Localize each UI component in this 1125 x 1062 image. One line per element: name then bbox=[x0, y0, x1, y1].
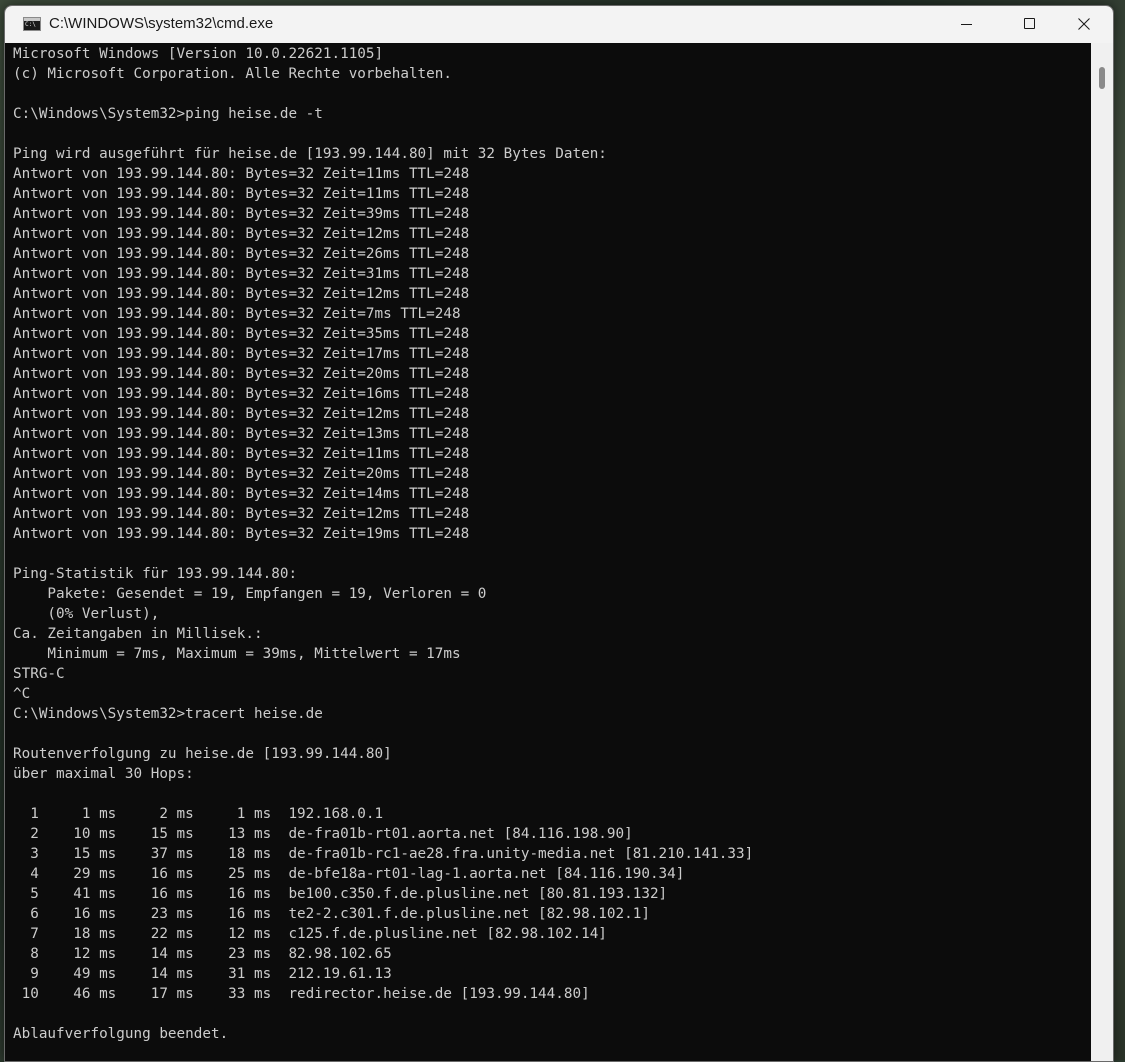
console-area[interactable]: Microsoft Windows [Version 10.0.22621.11… bbox=[5, 43, 1091, 1061]
console-line: Antwort von 193.99.144.80: Bytes=32 Zeit… bbox=[13, 526, 470, 542]
console-line: 3 15 ms 37 ms 18 ms de-fra01b-rc1-ae28.f… bbox=[13, 846, 754, 862]
maximize-button[interactable] bbox=[997, 6, 1059, 43]
console-line: Antwort von 193.99.144.80: Bytes=32 Zeit… bbox=[13, 206, 470, 222]
console-line: C:\Windows\System32>tracert heise.de bbox=[13, 706, 323, 722]
console-line: 6 16 ms 23 ms 16 ms te2-2.c301.f.de.plus… bbox=[13, 906, 650, 922]
console-line: STRG-C bbox=[13, 666, 65, 682]
console-line: Antwort von 193.99.144.80: Bytes=32 Zeit… bbox=[13, 346, 470, 362]
console-line: 1 1 ms 2 ms 1 ms 192.168.0.1 bbox=[13, 806, 384, 822]
console-line: Antwort von 193.99.144.80: Bytes=32 Zeit… bbox=[13, 466, 470, 482]
console-line: Antwort von 193.99.144.80: Bytes=32 Zeit… bbox=[13, 226, 470, 242]
console-line: C:\Windows\System32>ping heise.de -t bbox=[13, 106, 323, 122]
console-line: ^C bbox=[13, 686, 31, 702]
console-line: Ping wird ausgeführt für heise.de [193.9… bbox=[13, 146, 607, 162]
console-line: Antwort von 193.99.144.80: Bytes=32 Zeit… bbox=[13, 266, 470, 282]
scrollbar-thumb[interactable] bbox=[1099, 67, 1105, 89]
console-line: 4 29 ms 16 ms 25 ms de-bfe18a-rt01-lag-1… bbox=[13, 866, 685, 882]
console-line: Antwort von 193.99.144.80: Bytes=32 Zeit… bbox=[13, 306, 461, 322]
console-line: Minimum = 7ms, Maximum = 39ms, Mittelwer… bbox=[13, 646, 461, 662]
window-title: C:\WINDOWS\system32\cmd.exe bbox=[49, 15, 274, 32]
console-line: Antwort von 193.99.144.80: Bytes=32 Zeit… bbox=[13, 286, 470, 302]
console-line: über maximal 30 Hops: bbox=[13, 766, 194, 782]
console-line: Antwort von 193.99.144.80: Bytes=32 Zeit… bbox=[13, 246, 470, 262]
minimize-button[interactable] bbox=[935, 6, 997, 43]
desktop-background: C:\WINDOWS\system32\cmd.exe Microsoft Wi… bbox=[0, 0, 1125, 1062]
console-line: 2 10 ms 15 ms 13 ms de-fra01b-rt01.aorta… bbox=[13, 826, 633, 842]
console-line: Antwort von 193.99.144.80: Bytes=32 Zeit… bbox=[13, 446, 470, 462]
vertical-scrollbar[interactable] bbox=[1091, 43, 1113, 1061]
console-line: 10 46 ms 17 ms 33 ms redirector.heise.de… bbox=[13, 986, 590, 1002]
console-line: Antwort von 193.99.144.80: Bytes=32 Zeit… bbox=[13, 326, 470, 342]
console-line: 7 18 ms 22 ms 12 ms c125.f.de.plusline.n… bbox=[13, 926, 607, 942]
console-line: 5 41 ms 16 ms 16 ms be100.c350.f.de.plus… bbox=[13, 886, 668, 902]
close-button[interactable] bbox=[1055, 6, 1113, 43]
console-line: Microsoft Windows [Version 10.0.22621.11… bbox=[13, 46, 384, 62]
console-line: 8 12 ms 14 ms 23 ms 82.98.102.65 bbox=[13, 946, 392, 962]
cmd-window[interactable]: C:\WINDOWS\system32\cmd.exe Microsoft Wi… bbox=[4, 5, 1114, 1062]
console-line: Antwort von 193.99.144.80: Bytes=32 Zeit… bbox=[13, 166, 470, 182]
console-line: Routenverfolgung zu heise.de [193.99.144… bbox=[13, 746, 392, 762]
console-line: (c) Microsoft Corporation. Alle Rechte v… bbox=[13, 66, 452, 82]
console-line: Antwort von 193.99.144.80: Bytes=32 Zeit… bbox=[13, 426, 470, 442]
console-line: Ablaufverfolgung beendet. bbox=[13, 1026, 229, 1042]
close-icon bbox=[1078, 18, 1090, 30]
console-line: Antwort von 193.99.144.80: Bytes=32 Zeit… bbox=[13, 386, 470, 402]
console-line: Antwort von 193.99.144.80: Bytes=32 Zeit… bbox=[13, 366, 470, 382]
title-bar[interactable]: C:\WINDOWS\system32\cmd.exe bbox=[5, 6, 1113, 43]
console-line: Pakete: Gesendet = 19, Empfangen = 19, V… bbox=[13, 586, 487, 602]
console-line: Ca. Zeitangaben in Millisek.: bbox=[13, 626, 263, 642]
console-line: 9 49 ms 14 ms 31 ms 212.19.61.13 bbox=[13, 966, 392, 982]
console-line: Antwort von 193.99.144.80: Bytes=32 Zeit… bbox=[13, 486, 470, 502]
console-output: Microsoft Windows [Version 10.0.22621.11… bbox=[13, 44, 753, 1044]
console-line: Ping-Statistik für 193.99.144.80: bbox=[13, 566, 298, 582]
console-line: (0% Verlust), bbox=[13, 606, 160, 622]
console-line: Antwort von 193.99.144.80: Bytes=32 Zeit… bbox=[13, 186, 470, 202]
console-line: Antwort von 193.99.144.80: Bytes=32 Zeit… bbox=[13, 506, 470, 522]
console-line: Antwort von 193.99.144.80: Bytes=32 Zeit… bbox=[13, 406, 470, 422]
cmd-icon[interactable] bbox=[23, 17, 41, 31]
